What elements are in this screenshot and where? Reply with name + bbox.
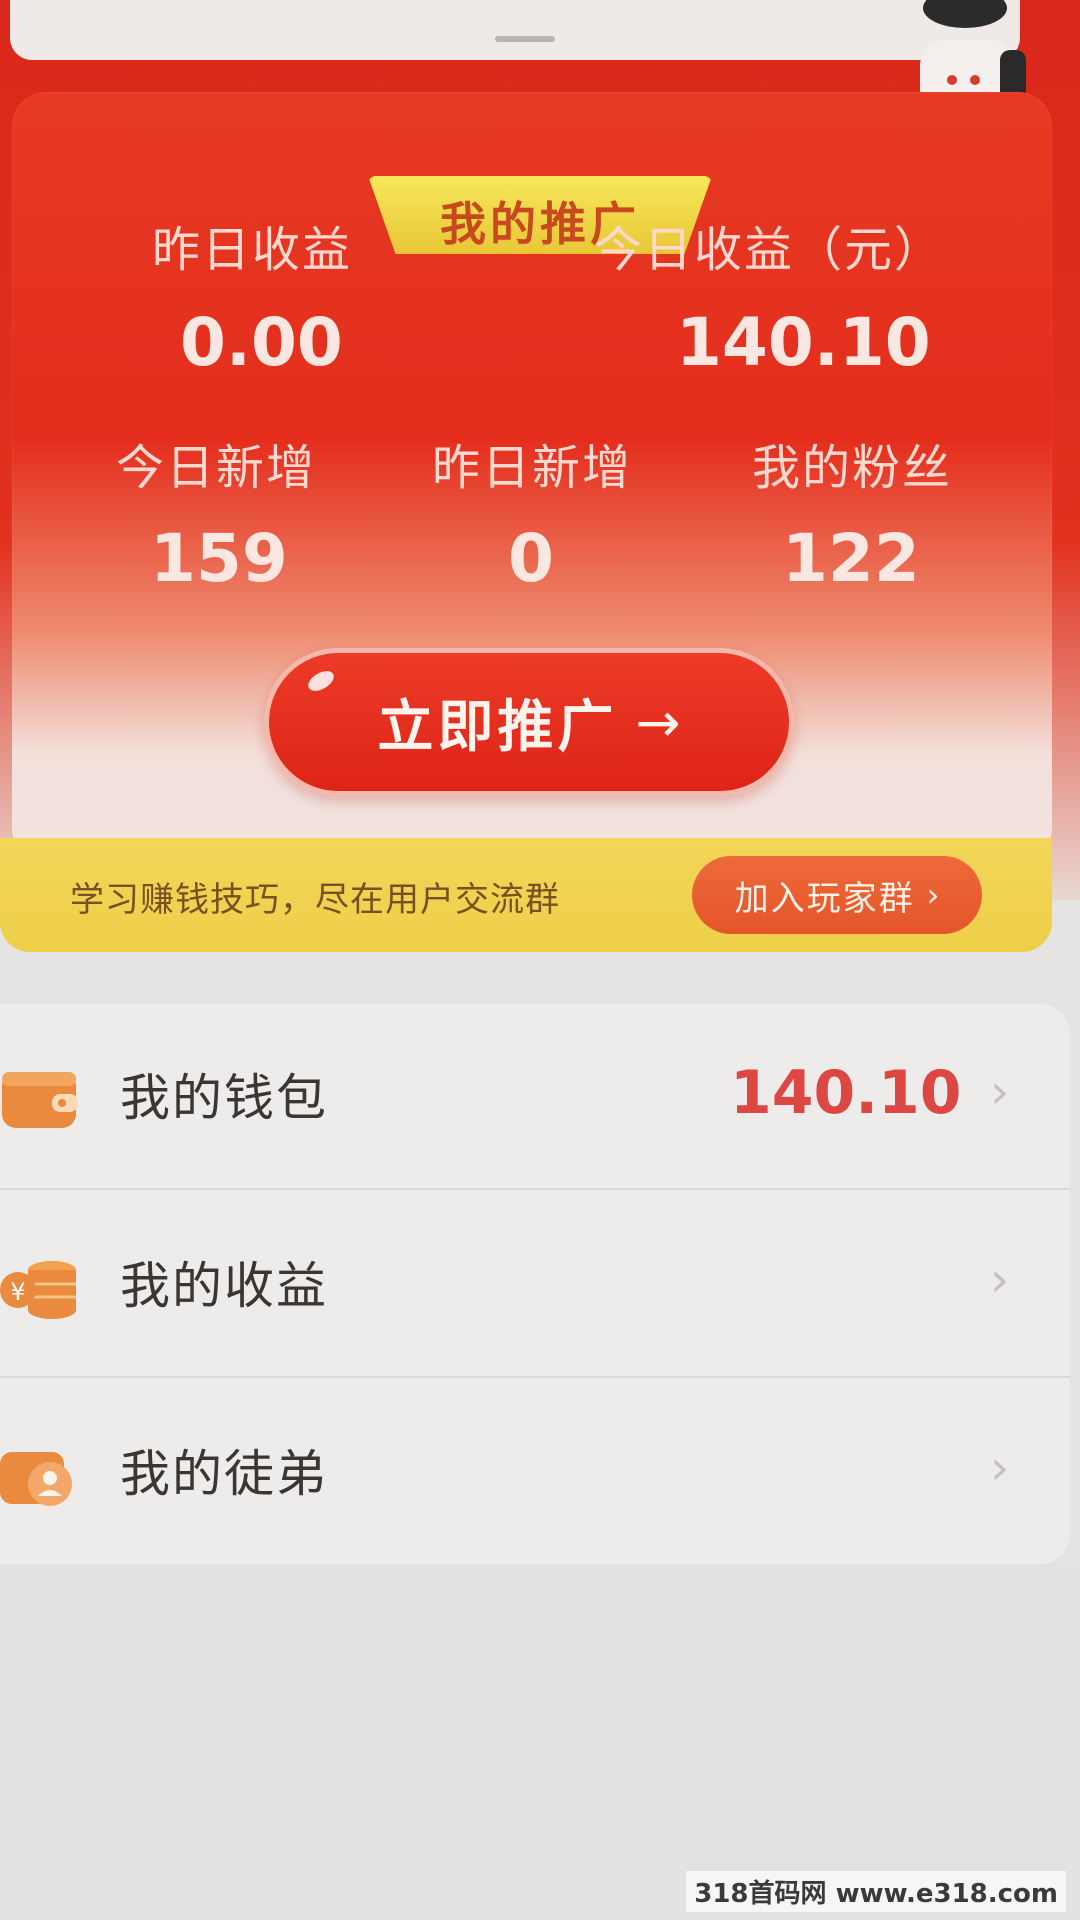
row-divider bbox=[0, 1188, 1070, 1190]
join-group-label: 加入玩家群 bbox=[734, 878, 915, 919]
today-earnings-label: 今日收益（元） bbox=[594, 222, 945, 278]
app-screen: 我的推广 昨日收益 今日收益（元） 0.00 140.10 今日新增 昨日新增 … bbox=[0, 0, 1080, 1920]
menu-list-card: 我的钱包 140.10 › ¥ 我的收益 › 我的徒弟 › bbox=[0, 1004, 1070, 1564]
chevron-right-icon: › bbox=[926, 876, 940, 914]
disciple-icon bbox=[0, 1452, 72, 1506]
fans-value: 122 bbox=[782, 520, 920, 597]
yesterday-earnings-value: 0.00 bbox=[180, 304, 343, 381]
list-item-disciples[interactable]: 我的徒弟 › bbox=[0, 1380, 1070, 1566]
wallet-balance: 140.10 bbox=[730, 1058, 962, 1128]
yesterday-earnings-label: 昨日收益 bbox=[152, 222, 353, 278]
chevron-right-icon: › bbox=[990, 1064, 1010, 1120]
disciples-label: 我的徒弟 bbox=[120, 1445, 328, 1503]
wallet-label: 我的钱包 bbox=[120, 1069, 328, 1127]
earnings-label: 我的收益 bbox=[120, 1257, 328, 1315]
row-divider bbox=[0, 1376, 1070, 1378]
top-notification-strip bbox=[10, 0, 1020, 60]
drag-handle bbox=[495, 36, 555, 42]
join-group-button[interactable]: 加入玩家群 › bbox=[692, 856, 982, 934]
promote-now-label: 立即推广 bbox=[377, 694, 618, 760]
coins-icon: ¥ bbox=[0, 1261, 76, 1319]
list-item-wallet[interactable]: 我的钱包 140.10 › bbox=[0, 1004, 1070, 1190]
banner-text: 学习赚钱技巧，尽在用户交流群 bbox=[70, 880, 560, 920]
wallet-icon bbox=[2, 1072, 78, 1128]
promote-now-button[interactable]: 立即推广 → bbox=[264, 648, 794, 796]
today-earnings-value: 140.10 bbox=[676, 304, 931, 381]
svg-text:¥: ¥ bbox=[10, 1278, 25, 1306]
today-new-value: 159 bbox=[150, 520, 288, 597]
button-shine bbox=[304, 667, 338, 695]
chevron-right-icon: › bbox=[990, 1440, 1010, 1496]
community-banner: 学习赚钱技巧，尽在用户交流群 加入玩家群 › bbox=[0, 838, 1052, 952]
yesterday-new-label: 昨日新增 bbox=[432, 440, 633, 496]
today-new-label: 今日新增 bbox=[116, 440, 317, 496]
arrow-right-icon: → bbox=[635, 690, 681, 754]
list-item-earnings[interactable]: ¥ 我的收益 › bbox=[0, 1192, 1070, 1378]
bottom-empty-area bbox=[0, 1564, 1080, 1920]
site-watermark: 318首码网 www.e318.com bbox=[686, 1871, 1066, 1912]
chevron-right-icon: › bbox=[990, 1252, 1010, 1308]
yesterday-new-value: 0 bbox=[508, 520, 554, 597]
fans-label: 我的粉丝 bbox=[752, 440, 953, 496]
